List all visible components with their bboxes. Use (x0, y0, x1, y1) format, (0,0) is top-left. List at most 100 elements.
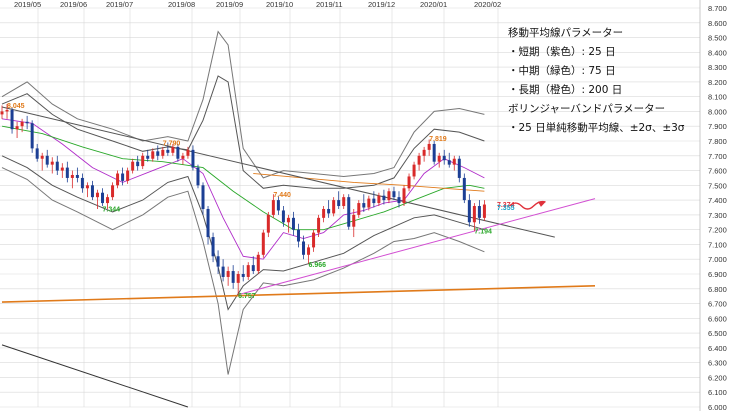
candle-body (447, 160, 451, 165)
candle-body (151, 151, 155, 159)
ma-mid-param: ・中期（緑色）: 75 日 (508, 65, 616, 77)
candle-body (186, 149, 190, 156)
x-tick-label: 2019/10 (266, 0, 293, 9)
y-tick-label: 7.600 (708, 167, 727, 176)
candle-body (141, 155, 145, 167)
price-label: 8.045 (7, 103, 25, 110)
candle-body (442, 155, 446, 161)
ma-long-param: ・長期（橙色）: 200 日 (508, 84, 623, 96)
candle-body (422, 149, 426, 156)
candle-body (236, 274, 240, 283)
candle-body (427, 143, 431, 150)
ma-params-title: 移動平均線パラメーター (508, 27, 624, 39)
y-tick-label: 8.000 (708, 107, 727, 116)
y-tick-label: 6.200 (708, 373, 727, 382)
candle-body (417, 155, 421, 165)
candle-body (337, 200, 341, 207)
x-tick-label: 2019/09 (216, 0, 243, 9)
price-label: 7.194 (474, 229, 492, 236)
candle-body (15, 126, 19, 130)
y-tick-label: 7.900 (708, 122, 727, 131)
x-tick-label: 2020/02 (474, 0, 501, 9)
bb-param-detail: ・25 日単純移動平均線、±2σ、±3σ (508, 122, 685, 134)
y-tick-label: 7.300 (708, 211, 727, 220)
candle-body (211, 237, 215, 257)
candle-body (291, 217, 295, 230)
candle-body (307, 247, 311, 255)
candle-body (467, 200, 471, 223)
candle-body (357, 203, 361, 215)
candle-body (221, 266, 225, 277)
y-tick-label: 6.400 (708, 344, 727, 353)
x-tick-label: 2019/07 (106, 0, 133, 9)
candle-body (462, 177, 466, 201)
candle-body (246, 265, 250, 277)
candle-body (332, 200, 336, 214)
y-tick-label: 7.100 (708, 240, 727, 249)
x-tick-label: 2019/12 (368, 0, 395, 9)
candle-body (342, 197, 346, 207)
candle-body (156, 151, 160, 156)
candle-body (116, 173, 120, 186)
candle-body (20, 121, 24, 127)
candle-body (452, 158, 456, 165)
candle-body (226, 271, 230, 277)
price-label: 7.344 (103, 206, 121, 213)
candle-body (286, 217, 290, 223)
candle-body (10, 109, 14, 130)
candle-body (372, 198, 376, 204)
candle-body (70, 174, 74, 178)
candle-body (0, 111, 4, 115)
y-tick-label: 6.600 (708, 314, 727, 323)
price-label: 7.790 (163, 140, 181, 147)
price-label: 7.819 (429, 136, 447, 143)
candle-body (387, 191, 391, 201)
candle-body (171, 146, 175, 153)
candle-body (367, 198, 371, 208)
y-tick-label: 6.000 (708, 403, 727, 411)
candle-body (126, 170, 130, 181)
y-tick-label: 8.500 (708, 34, 727, 43)
candle-body (146, 155, 150, 159)
x-tick-label: 2019/06 (60, 0, 87, 9)
y-tick-label: 8.100 (708, 93, 727, 102)
y-tick-label: 6.900 (708, 270, 727, 279)
candle-body (256, 254, 260, 272)
candle-body (312, 232, 316, 248)
bb-params-title: ボリンジャーバンドパラメーター (508, 103, 666, 115)
candle-body (407, 176, 411, 189)
candle-body (276, 200, 280, 211)
parameter-legend: 移動平均線パラメーター ・短期（紫色）: 25 日 ・中期（緑色）: 75 日 … (508, 24, 698, 138)
ma-short-param: ・短期（紫色）: 25 日 (508, 46, 616, 58)
y-tick-label: 6.100 (708, 388, 727, 397)
candle-body (106, 197, 110, 204)
x-tick-label: 2019/11 (316, 0, 343, 9)
y-tick-label: 7.500 (708, 181, 727, 190)
candle-body (322, 208, 326, 218)
candle-body (281, 210, 285, 223)
y-tick-label: 7.700 (708, 152, 727, 161)
candle-body (95, 192, 99, 198)
price-label: 7.355 (497, 205, 515, 212)
y-tick-label: 6.800 (708, 285, 727, 294)
candle-body (437, 155, 441, 162)
y-tick-label: 6.700 (708, 300, 727, 309)
price-label: 7.440 (273, 192, 291, 199)
candle-body (271, 200, 275, 215)
y-tick-label: 6.300 (708, 359, 727, 368)
candle-body (136, 161, 140, 167)
candle-body (40, 155, 44, 159)
candle-body (327, 208, 331, 214)
price-label: 6.966 (309, 262, 327, 269)
candle-body (216, 256, 220, 267)
candle-body (85, 185, 89, 189)
candle-body (75, 174, 79, 178)
candle-body (397, 197, 401, 204)
y-tick-label: 7.000 (708, 255, 727, 264)
candle-body (30, 123, 34, 149)
candle-body (382, 195, 386, 201)
candle-body (191, 149, 195, 168)
candle-body (251, 265, 255, 272)
candle-body (45, 155, 49, 165)
candle-body (161, 149, 165, 156)
